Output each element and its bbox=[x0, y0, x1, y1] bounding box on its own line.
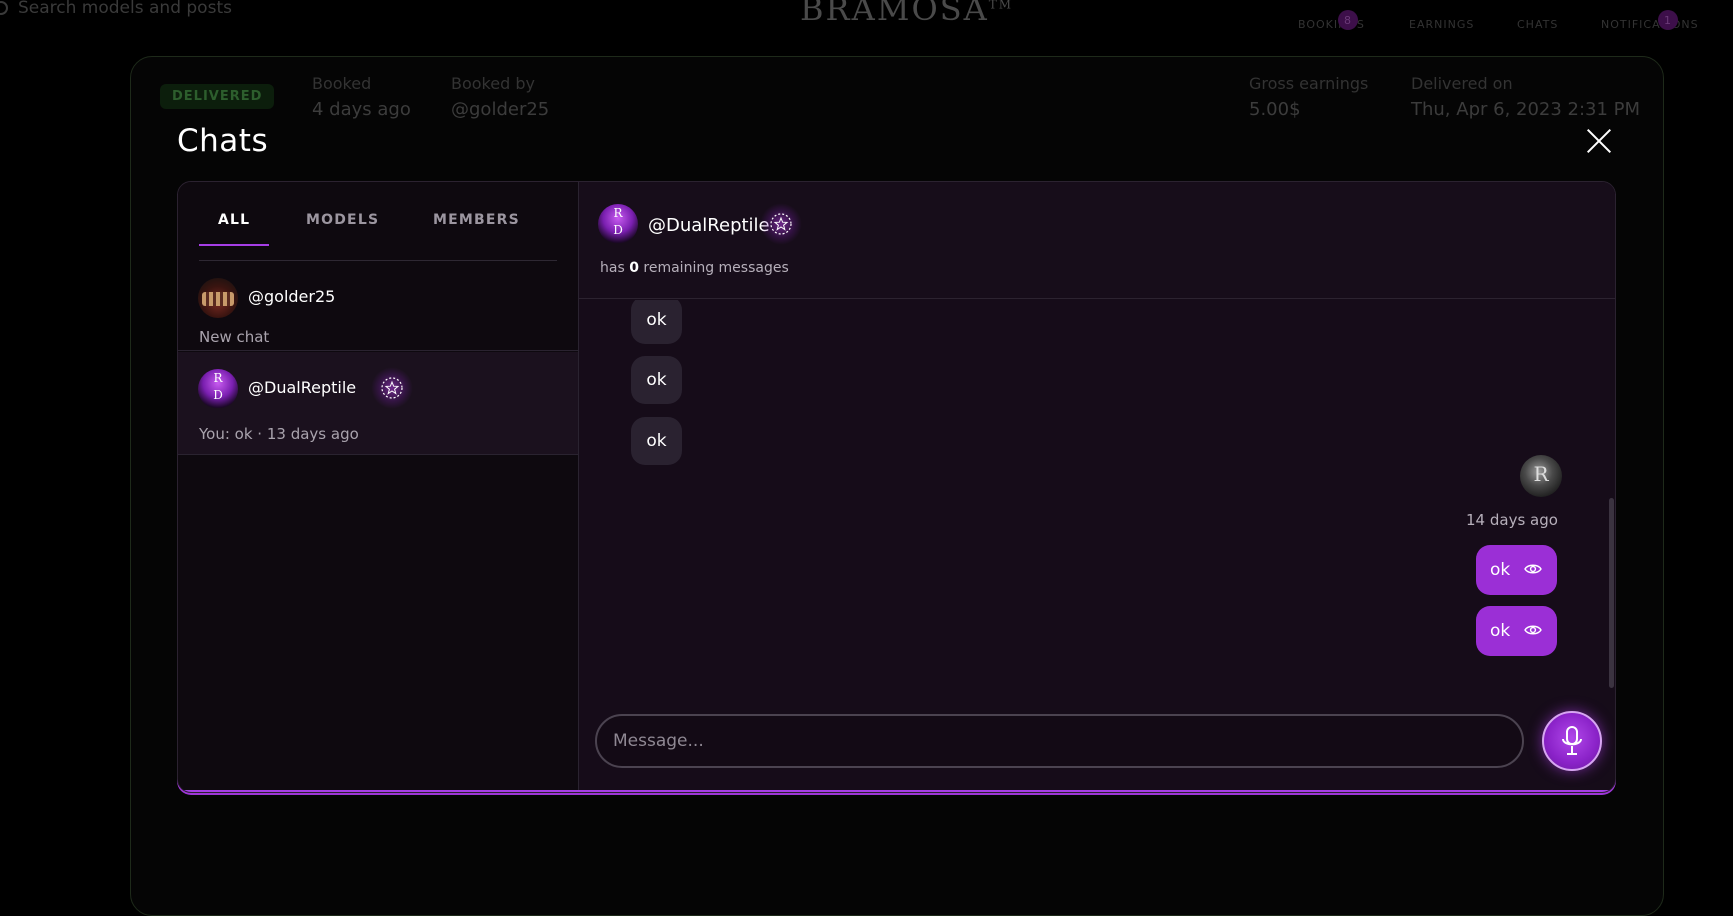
conversation-name: @DualReptile bbox=[248, 378, 356, 397]
verified-wreath-icon bbox=[371, 367, 413, 409]
incoming-message: ok bbox=[631, 300, 682, 344]
search-placeholder: Search models and posts bbox=[18, 0, 232, 18]
conversation-preview: New chat bbox=[199, 328, 269, 346]
seen-eye-icon bbox=[1524, 623, 1542, 637]
chat-thread: R D @DualReptile has 0 remaining message… bbox=[579, 182, 1616, 793]
bookings-badge: 8 bbox=[1338, 10, 1358, 30]
nav-bookings: 8 BOOKINGS bbox=[1298, 18, 1365, 31]
tab-all[interactable]: ALL bbox=[218, 212, 250, 228]
booked-field: Booked 4 days ago bbox=[312, 74, 411, 120]
conversation-item-golder25[interactable]: @golder25 New chat bbox=[178, 262, 578, 351]
notifications-badge: 1 bbox=[1658, 10, 1678, 30]
chat-panel: ALL MODELS MEMBERS @golder25 New chat R … bbox=[177, 181, 1616, 793]
message-timestamp: 14 days ago bbox=[1466, 511, 1558, 529]
message-scrollbar[interactable] bbox=[1609, 498, 1614, 688]
conversation-item-dualreptile[interactable]: R D @DualReptile You: ok · 13 days ago bbox=[178, 352, 578, 455]
avatar bbox=[198, 278, 238, 318]
tab-members[interactable]: MEMBERS bbox=[433, 212, 520, 228]
microphone-button[interactable] bbox=[1542, 711, 1602, 771]
top-nav: Search models and posts BRAMOSATM 8 BOOK… bbox=[0, 0, 1733, 30]
nav-notifications: 1 NOTIFICATIONS bbox=[1601, 18, 1699, 31]
gross-earnings-field: Gross earnings 5.00$ bbox=[1249, 74, 1368, 120]
incoming-message: ok bbox=[631, 417, 682, 465]
search-bar: Search models and posts bbox=[0, 0, 232, 18]
conversation-list: ALL MODELS MEMBERS @golder25 New chat R … bbox=[178, 182, 579, 793]
thread-avatar[interactable]: R D bbox=[598, 204, 638, 244]
conversation-preview: You: ok · 13 days ago bbox=[199, 425, 359, 443]
microphone-icon bbox=[1561, 726, 1583, 756]
close-icon[interactable] bbox=[1586, 128, 1612, 154]
outgoing-message: ok bbox=[1476, 545, 1557, 595]
delivered-on-field: Delivered on Thu, Apr 6, 2023 2:31 PM bbox=[1411, 74, 1640, 120]
incoming-message: ok bbox=[631, 356, 682, 404]
modal-title: Chats bbox=[177, 123, 268, 159]
my-avatar: R bbox=[1520, 455, 1562, 497]
chat-tabs: ALL MODELS MEMBERS bbox=[199, 182, 557, 261]
seen-eye-icon bbox=[1524, 562, 1542, 576]
conversation-name: @golder25 bbox=[248, 287, 335, 306]
nav-chats: CHATS bbox=[1517, 18, 1558, 31]
booked-by-field: Booked by @golder25 bbox=[451, 74, 549, 120]
message-list: ok ok ok R 14 days ago ok ok bbox=[579, 300, 1616, 700]
remaining-messages: has 0 remaining messages bbox=[600, 260, 789, 276]
outgoing-message: ok bbox=[1476, 606, 1557, 656]
message-input[interactable] bbox=[597, 716, 1522, 766]
nav-earnings: EARNINGS bbox=[1409, 18, 1474, 31]
thread-username[interactable]: @DualReptile bbox=[648, 215, 770, 236]
active-tab-indicator bbox=[199, 244, 269, 246]
message-composer bbox=[595, 714, 1524, 768]
thread-header: R D @DualReptile has 0 remaining message… bbox=[579, 182, 1616, 299]
search-icon bbox=[0, 1, 8, 15]
status-badge: DELIVERED bbox=[160, 84, 274, 109]
avatar: R D bbox=[198, 369, 238, 409]
verified-wreath-icon bbox=[760, 203, 802, 245]
tab-models[interactable]: MODELS bbox=[306, 212, 379, 228]
brand-logo: BRAMOSATM bbox=[800, 0, 1013, 28]
